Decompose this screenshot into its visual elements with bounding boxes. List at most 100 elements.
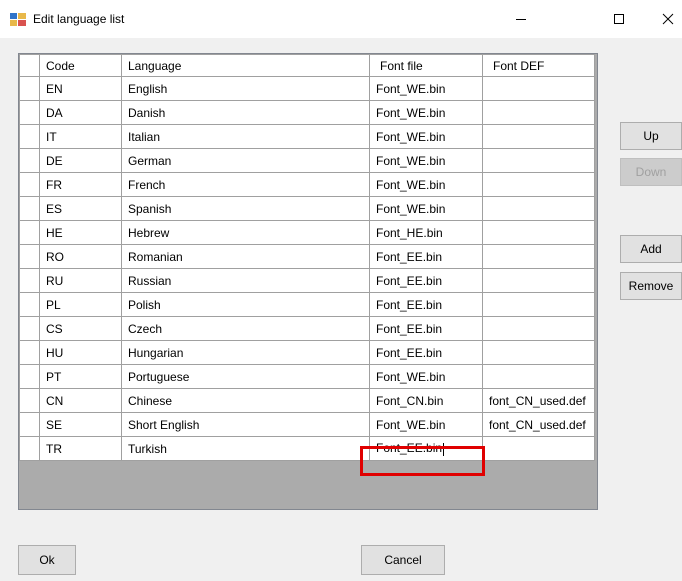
table-row[interactable]: PL Polish Font_EE.bin bbox=[19, 292, 595, 317]
row-header[interactable] bbox=[19, 436, 40, 461]
font-file-cell[interactable]: Font_EE.bin bbox=[369, 244, 483, 269]
row-header[interactable] bbox=[19, 124, 40, 149]
language-cell[interactable]: English bbox=[121, 76, 370, 101]
ok-button[interactable]: Ok bbox=[18, 545, 76, 575]
close-button[interactable] bbox=[645, 0, 682, 38]
language-cell[interactable]: Italian bbox=[121, 124, 370, 149]
remove-button[interactable]: Remove bbox=[620, 272, 682, 300]
font-def-cell[interactable] bbox=[482, 364, 595, 389]
font-def-cell[interactable] bbox=[482, 172, 595, 197]
font-def-cell[interactable]: font_CN_used.def bbox=[482, 412, 595, 437]
language-cell[interactable]: Romanian bbox=[121, 244, 370, 269]
language-grid[interactable]: Code Language Font file Font DEF EN Engli… bbox=[18, 53, 598, 510]
font-file-edit-text[interactable]: Font_EE.bin bbox=[376, 441, 442, 455]
row-header[interactable] bbox=[19, 244, 40, 269]
row-header[interactable] bbox=[19, 220, 40, 245]
table-row[interactable]: DA Danish Font_WE.bin bbox=[19, 100, 595, 125]
code-cell[interactable]: RO bbox=[39, 244, 122, 269]
table-row[interactable]: DE German Font_WE.bin bbox=[19, 148, 595, 173]
code-cell[interactable]: FR bbox=[39, 172, 122, 197]
code-cell[interactable]: EN bbox=[39, 76, 122, 101]
code-cell[interactable]: HE bbox=[39, 220, 122, 245]
code-cell[interactable]: SE bbox=[39, 412, 122, 437]
table-row[interactable]: CN Chinese Font_CN.bin font_CN_used.def bbox=[19, 388, 595, 413]
code-cell[interactable]: ES bbox=[39, 196, 122, 221]
language-cell[interactable]: Russian bbox=[121, 268, 370, 293]
font-file-cell[interactable]: Font_WE.bin bbox=[369, 124, 483, 149]
font-def-cell[interactable] bbox=[482, 268, 595, 293]
font-file-cell-editing[interactable]: Font_EE.bin bbox=[369, 436, 483, 461]
font-def-cell[interactable] bbox=[482, 124, 595, 149]
font-def-cell[interactable]: font_CN_used.def bbox=[482, 388, 595, 413]
language-cell[interactable]: Portuguese bbox=[121, 364, 370, 389]
font-def-cell[interactable] bbox=[482, 220, 595, 245]
cancel-button[interactable]: Cancel bbox=[361, 545, 445, 575]
row-header[interactable] bbox=[19, 100, 40, 125]
up-button[interactable]: Up bbox=[620, 122, 682, 150]
table-row[interactable]: PT Portuguese Font_WE.bin bbox=[19, 364, 595, 389]
column-header-font-def[interactable]: Font DEF bbox=[482, 54, 595, 77]
code-cell[interactable]: RU bbox=[39, 268, 122, 293]
language-cell[interactable]: French bbox=[121, 172, 370, 197]
table-row[interactable]: FR French Font_WE.bin bbox=[19, 172, 595, 197]
font-file-cell[interactable]: Font_CN.bin bbox=[369, 388, 483, 413]
down-button[interactable]: Down bbox=[620, 158, 682, 186]
font-file-cell[interactable]: Font_WE.bin bbox=[369, 412, 483, 437]
table-row[interactable]: CS Czech Font_EE.bin bbox=[19, 316, 595, 341]
code-cell[interactable]: PT bbox=[39, 364, 122, 389]
table-row[interactable]: TR Turkish Font_EE.bin bbox=[19, 436, 595, 461]
font-def-cell[interactable] bbox=[482, 340, 595, 365]
row-header[interactable] bbox=[19, 340, 40, 365]
column-header-font-file[interactable]: Font file bbox=[369, 54, 483, 77]
code-cell[interactable]: TR bbox=[39, 436, 122, 461]
minimize-button[interactable] bbox=[498, 0, 544, 38]
font-file-cell[interactable]: Font_WE.bin bbox=[369, 148, 483, 173]
table-row[interactable]: SE Short English Font_WE.bin font_CN_used.d… bbox=[19, 412, 595, 437]
row-header[interactable] bbox=[19, 412, 40, 437]
table-row[interactable]: IT Italian Font_WE.bin bbox=[19, 124, 595, 149]
font-file-cell[interactable]: Font_EE.bin bbox=[369, 268, 483, 293]
language-cell[interactable]: Czech bbox=[121, 316, 370, 341]
font-file-cell[interactable]: Font_WE.bin bbox=[369, 76, 483, 101]
font-file-cell[interactable]: Font_EE.bin bbox=[369, 340, 483, 365]
font-def-cell[interactable] bbox=[482, 436, 595, 461]
font-file-cell[interactable]: Font_WE.bin bbox=[369, 364, 483, 389]
code-cell[interactable]: DA bbox=[39, 100, 122, 125]
row-header[interactable] bbox=[19, 148, 40, 173]
language-cell[interactable]: German bbox=[121, 148, 370, 173]
font-file-cell[interactable]: Font_EE.bin bbox=[369, 292, 483, 317]
language-cell[interactable]: Spanish bbox=[121, 196, 370, 221]
column-header-code[interactable]: Code bbox=[39, 54, 122, 77]
row-header[interactable] bbox=[19, 316, 40, 341]
code-cell[interactable]: HU bbox=[39, 340, 122, 365]
row-header[interactable] bbox=[19, 292, 40, 317]
table-row[interactable]: HE Hebrew Font_HE.bin bbox=[19, 220, 595, 245]
font-def-cell[interactable] bbox=[482, 244, 595, 269]
font-file-cell[interactable]: Font_WE.bin bbox=[369, 196, 483, 221]
code-cell[interactable]: DE bbox=[39, 148, 122, 173]
language-cell[interactable]: Polish bbox=[121, 292, 370, 317]
column-header-language[interactable]: Language bbox=[121, 54, 370, 77]
code-cell[interactable]: PL bbox=[39, 292, 122, 317]
code-cell[interactable]: IT bbox=[39, 124, 122, 149]
font-file-cell[interactable]: Font_WE.bin bbox=[369, 172, 483, 197]
row-header[interactable] bbox=[19, 268, 40, 293]
language-cell[interactable]: Turkish bbox=[121, 436, 370, 461]
table-row[interactable]: EN English Font_WE.bin bbox=[19, 76, 595, 101]
language-cell[interactable]: Hungarian bbox=[121, 340, 370, 365]
font-file-cell[interactable]: Font_HE.bin bbox=[369, 220, 483, 245]
row-header[interactable] bbox=[19, 196, 40, 221]
font-def-cell[interactable] bbox=[482, 292, 595, 317]
row-header[interactable] bbox=[19, 76, 40, 101]
add-button[interactable]: Add bbox=[620, 235, 682, 263]
font-def-cell[interactable] bbox=[482, 100, 595, 125]
language-cell[interactable]: Short English bbox=[121, 412, 370, 437]
table-row[interactable]: ES Spanish Font_WE.bin bbox=[19, 196, 595, 221]
code-cell[interactable]: CS bbox=[39, 316, 122, 341]
font-def-cell[interactable] bbox=[482, 196, 595, 221]
language-cell[interactable]: Danish bbox=[121, 100, 370, 125]
row-header-corner[interactable] bbox=[19, 54, 40, 77]
row-header[interactable] bbox=[19, 388, 40, 413]
table-row[interactable]: HU Hungarian Font_EE.bin bbox=[19, 340, 595, 365]
title-bar[interactable]: Edit language list bbox=[0, 0, 682, 38]
